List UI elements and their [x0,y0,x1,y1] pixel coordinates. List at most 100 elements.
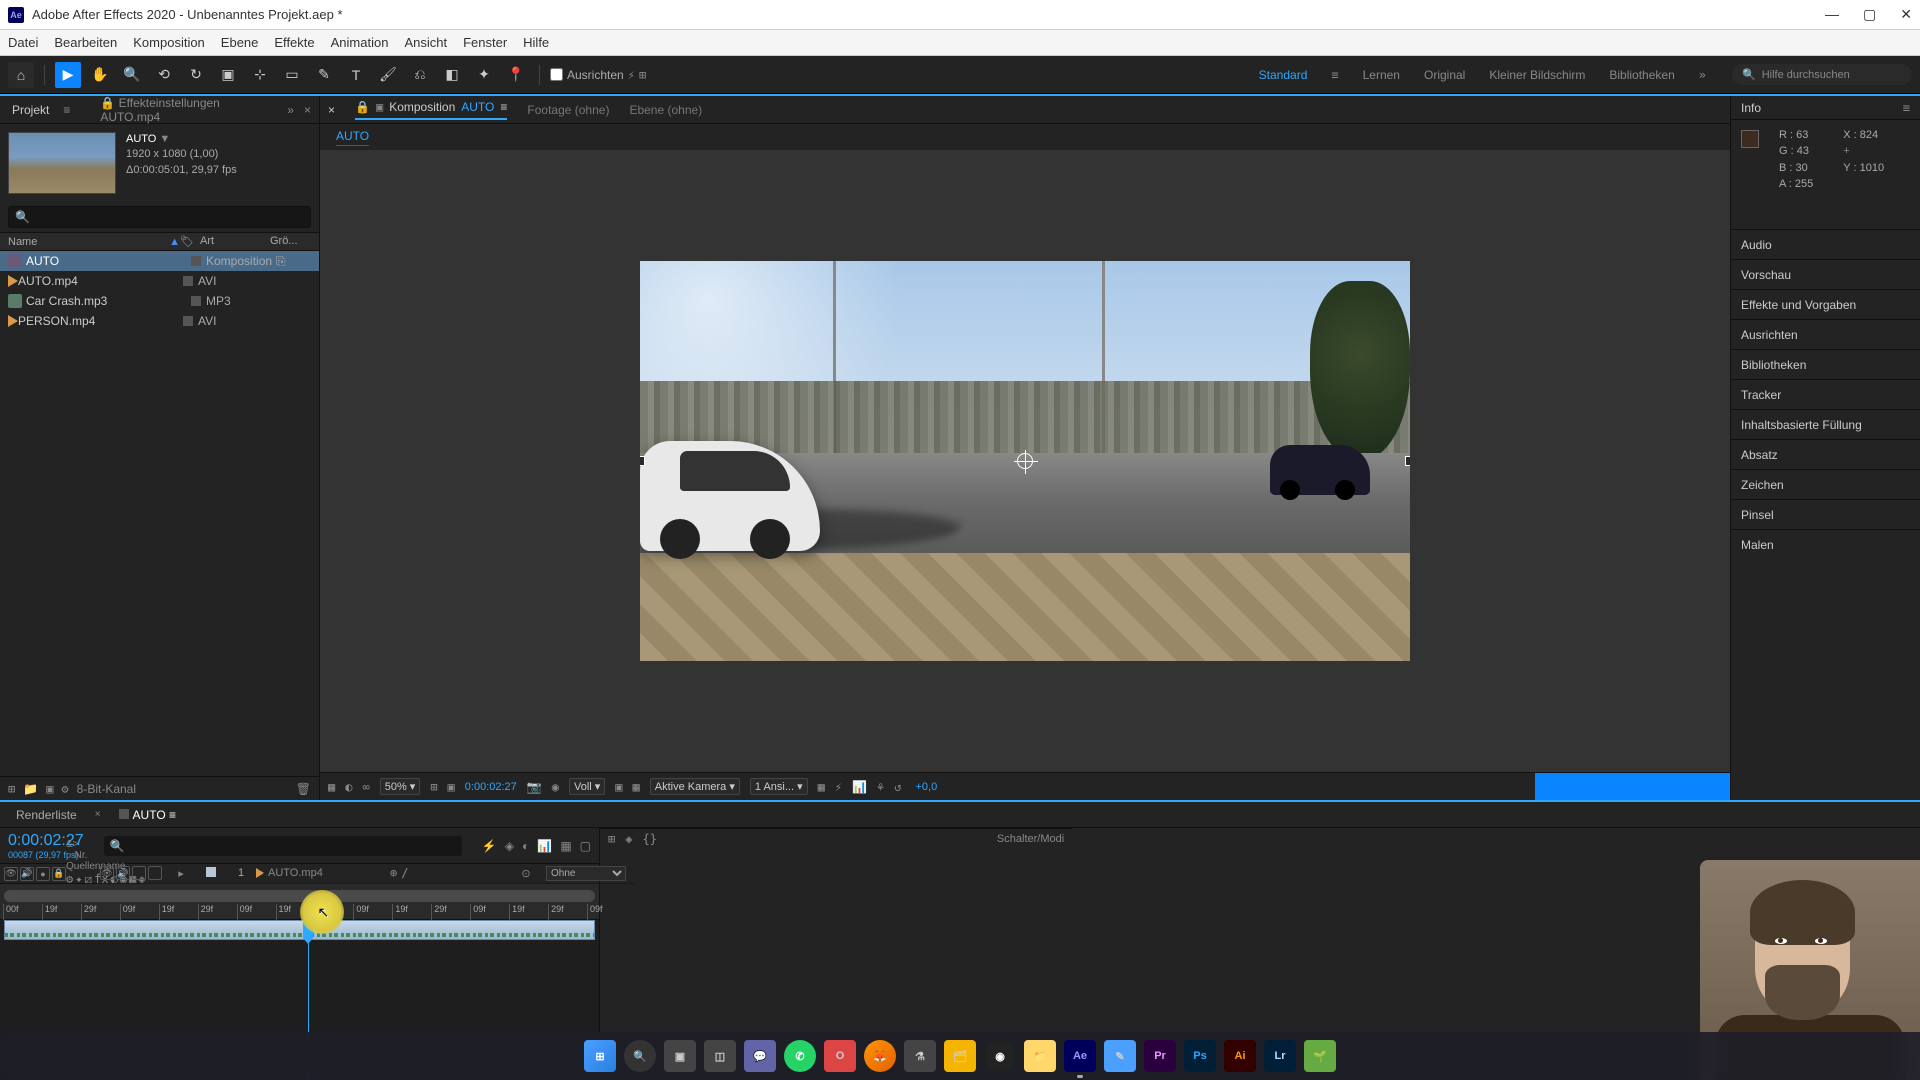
close-icon[interactable]: × [95,809,101,820]
workspace-kleiner[interactable]: Kleiner Bildschirm [1489,68,1585,82]
project-thumbnail[interactable] [8,132,116,194]
menu-animation[interactable]: Animation [331,35,389,50]
new-comp-icon[interactable]: ▣ [46,782,53,796]
photoshop-icon[interactable]: Ps [1184,1040,1216,1072]
rotate-tool[interactable]: ↻ [183,62,209,88]
breadcrumb[interactable]: AUTO [336,129,369,146]
illustrator-icon[interactable]: Ai [1224,1040,1256,1072]
reset-exposure-icon[interactable]: ↺ [894,780,901,794]
alpha-icon[interactable]: ▦ [328,780,335,794]
trash-icon[interactable]: 🗑 [296,782,311,796]
project-item-carcrash[interactable]: Car Crash.mp3 MP3 [0,291,319,311]
settings-icon[interactable]: ⚙ [61,782,68,796]
menu-ansicht[interactable]: Ansicht [404,35,447,50]
grid-icon[interactable]: ⊞ [430,780,437,794]
home-button[interactable]: ⌂ [8,62,34,88]
toggle-brackets-icon[interactable]: {} [642,832,656,846]
menu-ebene[interactable]: Ebene [221,35,259,50]
motion-blur-icon[interactable]: ◐ [522,839,529,853]
timeline-search[interactable]: 🔍 [104,836,462,856]
close-icon[interactable]: × [328,103,335,117]
app-icon-4[interactable]: ✎ [1104,1040,1136,1072]
tab-projekt[interactable]: Projekt [8,101,53,119]
timeline-icon[interactable]: 📊 [852,780,867,794]
project-item-auto-mp4[interactable]: AUTO.mp4 AVI [0,271,319,291]
toggle-modes-icon[interactable]: ◈ [625,832,632,846]
exposure[interactable]: +0,0 [915,781,937,793]
obs-icon[interactable]: ◉ [984,1040,1016,1072]
pen-tool[interactable]: ✎ [311,62,337,88]
layer-row-1[interactable]: 👁🔊 ▸ 1 AUTO.mp4 ⊕/ ⊙ Ohne [96,864,636,884]
selection-tool[interactable]: ▶ [55,62,81,88]
workspace-standard[interactable]: Standard [1259,68,1308,82]
panel-effekte[interactable]: Effekte und Vorgaben [1731,289,1920,319]
anchor-tool[interactable]: ⊹ [247,62,273,88]
tab-timeline-auto[interactable]: AUTO ≡ [111,806,184,824]
panel-menu-icon[interactable]: ≡ [1903,101,1910,115]
shape-tool[interactable]: ▭ [279,62,305,88]
mask-icon[interactable]: ◐ [345,780,352,794]
label-column-icon[interactable]: 🏷 [180,235,200,248]
workspace-lernen[interactable]: Lernen [1363,68,1400,82]
whatsapp-icon[interactable]: ✆ [784,1040,816,1072]
panel-malen[interactable]: Malen [1731,529,1920,559]
toggle-switches-icon[interactable]: ⊞ [608,832,615,846]
flowchart-icon[interactable]: ⚘ [877,780,884,794]
panel-audio[interactable]: Audio [1731,229,1920,259]
help-search[interactable]: 🔍 Hilfe durchsuchen [1732,64,1912,85]
work-area[interactable] [4,890,595,902]
graph-editor-icon[interactable]: 📊 [537,839,552,853]
viewer-timecode[interactable]: 0:00:02:27 [465,781,517,793]
channel-icon[interactable]: ◉ [552,780,559,794]
layer-bar[interactable] [4,920,595,940]
roto-tool[interactable]: ✦ [471,62,497,88]
hand-tool[interactable]: ✋ [87,62,113,88]
workspace-menu-icon[interactable]: ≡ [1331,68,1338,82]
taskbar-search[interactable]: 🔍 [624,1040,656,1072]
menu-fenster[interactable]: Fenster [463,35,507,50]
snap-opts-icon[interactable]: ⚡ [628,68,635,82]
app-icon-5[interactable]: 🌱 [1304,1040,1336,1072]
project-search[interactable]: 🔍 [8,206,311,228]
close-button[interactable]: ✕ [1900,6,1912,23]
draft-3d-icon[interactable]: ▦ [560,839,571,853]
camera-tool[interactable]: ▣ [215,62,241,88]
shy-icon[interactable]: ⚡ [482,839,497,853]
zoom-select[interactable]: 50% ▾ [380,778,421,795]
parent-pickwhip-icon[interactable]: ⊙ [506,867,546,880]
clone-tool[interactable]: ⎌ [407,62,433,88]
zoom-tool[interactable]: 🔍 [119,62,145,88]
maximize-button[interactable]: ▢ [1863,6,1876,23]
resize-handle-left[interactable] [640,456,645,466]
panel-zeichen[interactable]: Zeichen [1731,469,1920,499]
expand-toggle[interactable]: ▸ [166,867,196,880]
guides-icon[interactable]: ∞ [362,780,369,794]
close-icon[interactable]: × [304,103,311,117]
snap-checkbox[interactable] [550,68,563,81]
info-panel-title[interactable]: Info [1741,101,1761,115]
panel-absatz[interactable]: Absatz [1731,439,1920,469]
text-tool[interactable]: T [343,62,369,88]
start-button[interactable]: ⊞ [584,1040,616,1072]
eye-column-icon[interactable]: 👁 [4,867,18,881]
project-item-person[interactable]: PERSON.mp4 AVI [0,311,319,331]
tab-menu-icon[interactable]: ≡ [500,100,507,114]
tab-effect-settings[interactable]: 🔒 Effekteinstellungen AUTO.mp4 [96,94,281,126]
resolution-select[interactable]: Voll ▾ [569,778,605,795]
menu-effekte[interactable]: Effekte [274,35,314,50]
bit-depth[interactable]: 8-Bit-Kanal [77,782,136,796]
anchor-point[interactable] [1017,453,1033,469]
app-icon-3[interactable]: 🗂 [944,1040,976,1072]
panel-content-aware[interactable]: Inhaltsbasierte Füllung [1731,409,1920,439]
puppet-tool[interactable]: 📍 [503,62,529,88]
snap-toggle[interactable]: Ausrichten ⚡ ⊞ [550,68,646,82]
camera-select[interactable]: Aktive Kamera ▾ [650,778,740,795]
audio-toggle[interactable]: 🔊 [116,866,130,880]
panel-bibliotheken[interactable]: Bibliotheken [1731,349,1920,379]
audio-column-icon[interactable]: 🔊 [20,867,34,881]
timeline-ruler[interactable]: 00f 19f 29f 09f 19f 29f 09f 19f 29f 09f … [0,884,599,920]
minimize-button[interactable]: — [1825,6,1839,23]
lock-column-icon[interactable]: 🔒 [52,867,66,881]
menu-bearbeiten[interactable]: Bearbeiten [54,35,117,50]
workspace-overflow-icon[interactable]: » [1699,68,1706,82]
